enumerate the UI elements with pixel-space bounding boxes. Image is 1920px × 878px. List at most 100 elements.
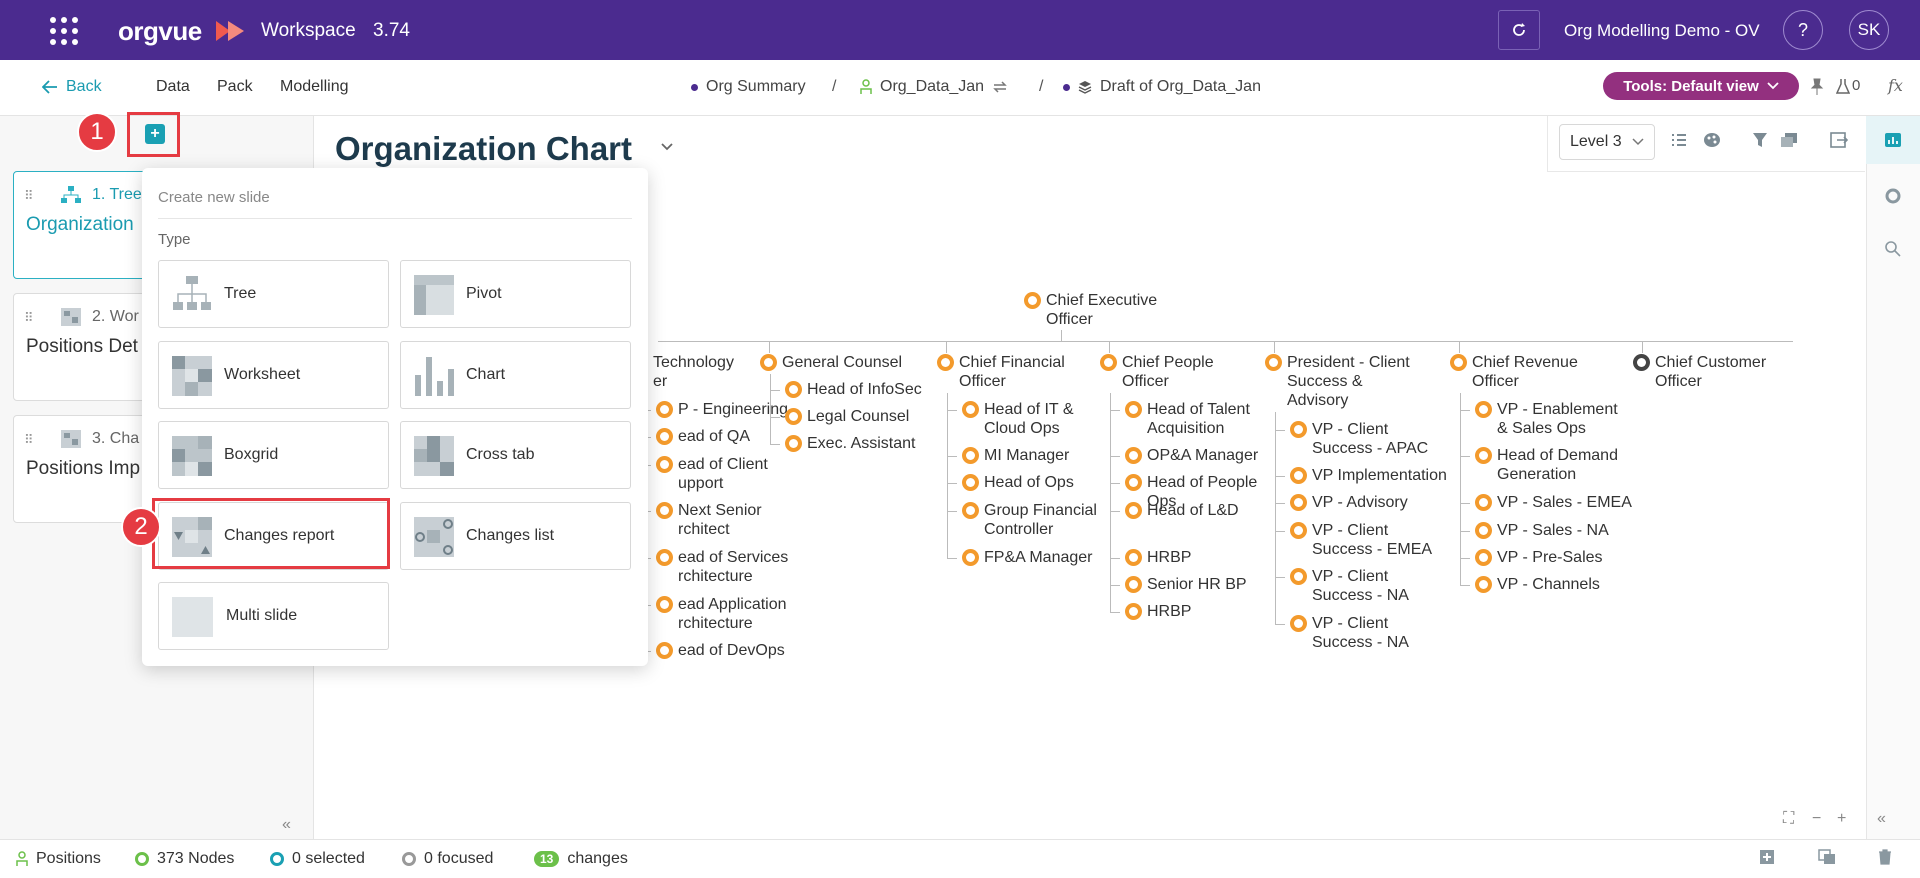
org-column-head[interactable]: Chief Financial Officer <box>937 353 1065 391</box>
org-child-node[interactable]: ead of DevOps <box>656 641 785 660</box>
org-child-node[interactable]: Group Financial Controller <box>962 501 1097 539</box>
org-child-node[interactable]: Senior HR BP <box>1125 575 1247 594</box>
breadcrumb-draft[interactable]: Draft of Org_Data_Jan <box>1063 78 1261 96</box>
org-name[interactable]: Org Modelling Demo - OV <box>1564 21 1760 41</box>
node-label: HRBP <box>1147 603 1192 620</box>
option-tree[interactable]: Tree <box>158 260 389 328</box>
level-select[interactable]: Level 3 <box>1559 124 1655 160</box>
option-label: Cross tab <box>466 446 535 463</box>
org-child-node[interactable]: VP - Pre-Sales <box>1475 548 1603 567</box>
collapse-right-icon[interactable]: « <box>1877 810 1886 828</box>
back-link[interactable]: Back <box>42 78 102 96</box>
palette-icon[interactable] <box>1703 132 1721 148</box>
drag-handle-icon[interactable]: ⠿ <box>24 310 35 326</box>
breadcrumb-org-summary[interactable]: Org Summary <box>691 78 806 96</box>
node-icon <box>760 354 777 371</box>
org-child-node[interactable]: ead of Client upport <box>656 455 768 493</box>
status-positions[interactable]: Positions <box>16 850 101 868</box>
org-column-head[interactable]: President - Client Success & Advisory <box>1265 353 1410 410</box>
option-chart[interactable]: Chart <box>400 341 631 409</box>
drag-handle-icon[interactable]: ⠿ <box>24 432 35 448</box>
drag-handle-icon[interactable]: ⠿ <box>24 188 35 204</box>
org-child-node[interactable]: Head of InfoSec <box>785 380 922 399</box>
help-button[interactable]: ? <box>1783 10 1823 50</box>
org-child-node[interactable]: HRBP <box>1125 602 1192 621</box>
node-icon <box>1125 401 1142 418</box>
node-label: Group Financial <box>984 502 1097 519</box>
user-avatar[interactable]: SK <box>1849 10 1889 50</box>
status-changes[interactable]: 13 changes <box>534 850 628 868</box>
org-child-node[interactable]: Head of IT & Cloud Ops <box>962 400 1074 438</box>
org-column-head[interactable]: Chief People Officer <box>1100 353 1214 391</box>
add-box-icon[interactable] <box>1759 849 1775 865</box>
connector-line <box>1275 624 1285 625</box>
org-child-node[interactable]: Head of L&D <box>1125 501 1239 520</box>
chevron-down-icon[interactable] <box>660 142 674 152</box>
node-label: Officer <box>959 373 1006 390</box>
org-child-node[interactable]: VP - Channels <box>1475 575 1600 594</box>
chart-panel-icon[interactable] <box>1884 132 1902 148</box>
org-child-node[interactable]: Head of Ops <box>962 473 1074 492</box>
formula-button[interactable]: fx <box>1888 76 1903 95</box>
org-child-node[interactable]: VP - Enablement & Sales Ops <box>1475 400 1618 438</box>
option-worksheet[interactable]: Worksheet <box>158 341 389 409</box>
org-child-node[interactable]: ead Application rchitecture <box>656 595 787 633</box>
org-child-node[interactable]: Next Senior rchitect <box>656 501 762 539</box>
dot-icon <box>691 83 698 91</box>
org-root-node[interactable]: Chief Executive Officer <box>1024 291 1157 329</box>
option-multi-slide[interactable]: Multi slide <box>158 582 389 650</box>
sync-button[interactable] <box>1498 10 1540 50</box>
org-child-node[interactable]: ead of Services rchitecture <box>656 548 788 586</box>
tools-view-dropdown[interactable]: Tools: Default view <box>1603 72 1799 100</box>
connector-line <box>1275 503 1285 504</box>
org-child-node[interactable]: MI Manager <box>962 446 1069 465</box>
org-child-node[interactable]: ead of QA <box>656 427 750 446</box>
nav-pack[interactable]: Pack <box>217 78 253 96</box>
zoom-out-icon[interactable]: − <box>1812 810 1821 828</box>
org-child-node[interactable]: Head of Talent Acquisition <box>1125 400 1250 438</box>
option-boxgrid[interactable]: Boxgrid <box>158 421 389 489</box>
org-child-node[interactable]: VP - Sales - EMEA <box>1475 493 1632 512</box>
pin-icon[interactable] <box>1810 78 1824 96</box>
org-child-node[interactable]: VP - Advisory <box>1290 493 1408 512</box>
list-icon[interactable] <box>1671 132 1687 148</box>
fit-screen-icon[interactable]: ⛶ <box>1783 810 1794 828</box>
org-column-head[interactable]: Chief Customer Officer <box>1633 353 1766 391</box>
breadcrumb-dataset[interactable]: Org_Data_Jan <box>860 78 1008 96</box>
org-child-node[interactable]: Legal Counsel <box>785 407 909 426</box>
nav-data[interactable]: Data <box>156 78 190 96</box>
org-child-node[interactable]: FP&A Manager <box>962 548 1093 567</box>
org-child-node[interactable]: Exec. Assistant <box>785 434 916 453</box>
nav-modelling[interactable]: Modelling <box>280 78 348 96</box>
collapse-sidebar-icon[interactable]: « <box>282 816 291 834</box>
node-label: Exec. Assistant <box>807 435 916 452</box>
org-child-node[interactable]: VP Implementation <box>1290 466 1447 485</box>
app-grid-icon[interactable] <box>48 17 80 45</box>
option-changes-list[interactable]: Changes list <box>400 502 631 570</box>
filter-icon[interactable] <box>1752 132 1768 148</box>
node-icon <box>1475 522 1492 539</box>
org-child-node[interactable]: VP - Client Success - NA <box>1290 614 1409 652</box>
copy-icon[interactable] <box>1780 132 1798 148</box>
org-child-node[interactable]: HRBP <box>1125 548 1191 567</box>
duplicate-icon[interactable] <box>1818 849 1836 865</box>
option-pivot[interactable]: Pivot <box>400 260 631 328</box>
org-child-node[interactable]: VP - Sales - NA <box>1475 521 1609 540</box>
node-icon <box>785 435 802 452</box>
org-child-node[interactable]: OP&A Manager <box>1125 446 1258 465</box>
trash-icon[interactable] <box>1878 849 1892 865</box>
org-column-head[interactable]: Technology er <box>631 353 734 391</box>
node-label: VP - Sales - NA <box>1497 522 1609 539</box>
org-child-node[interactable]: Head of Demand Generation <box>1475 446 1618 484</box>
org-child-node[interactable]: VP - Client Success - NA <box>1290 567 1409 605</box>
org-column-head[interactable]: Chief Revenue Officer <box>1450 353 1578 391</box>
search-icon[interactable] <box>1884 240 1902 258</box>
option-cross-tab[interactable]: Cross tab <box>400 421 631 489</box>
flask-counter[interactable]: 0 <box>1836 77 1860 94</box>
org-child-node[interactable]: VP - Client Success - APAC <box>1290 420 1428 458</box>
zoom-in-icon[interactable]: + <box>1837 810 1846 828</box>
org-child-node[interactable]: VP - Client Success - EMEA <box>1290 521 1432 559</box>
org-column-head[interactable]: General Counsel <box>760 353 902 372</box>
export-icon[interactable] <box>1830 132 1848 148</box>
circle-panel-icon[interactable] <box>1884 187 1902 205</box>
